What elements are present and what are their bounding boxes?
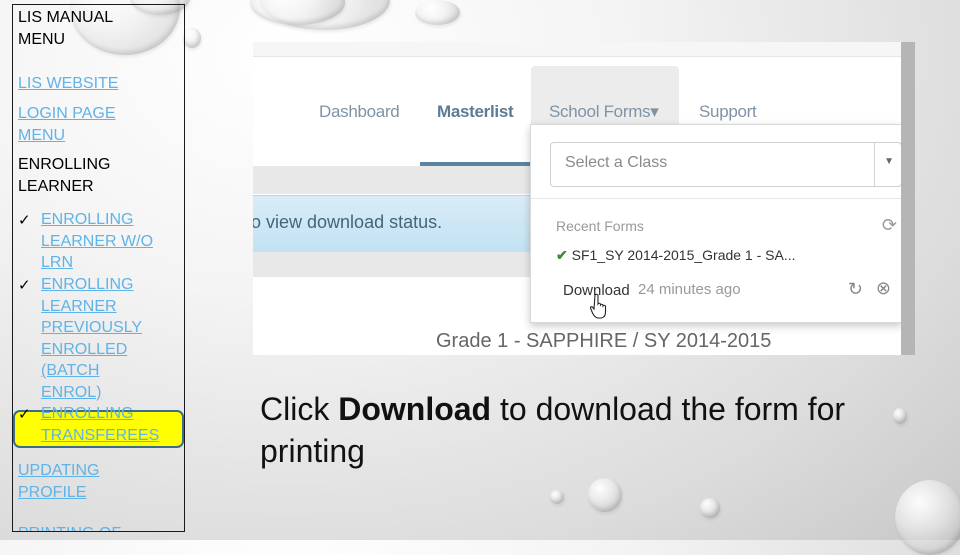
link-line: LOGIN PAGE (18, 105, 116, 122)
check-icon: ✓ (18, 277, 31, 294)
lis-website-link[interactable]: LIS WEBSITE (18, 73, 118, 95)
instruction-caption: Click Download to download the form for … (260, 388, 900, 472)
link-line: PROFILE (18, 484, 87, 501)
divider (531, 198, 901, 199)
caption-text: Click (260, 391, 339, 427)
manual-menu-sidebar: LIS MANUAL MENU LIS WEBSITE LOGIN PAGE M… (12, 4, 185, 532)
link-line: PREVIOUSLY (41, 319, 143, 336)
link-line: MENU (18, 127, 66, 144)
recent-forms-label: Recent Forms (556, 218, 644, 234)
recent-form-item: ✔ SF1_SY 2014-2015_Grade 1 - SA... (556, 247, 796, 264)
info-alert-text: o view download status. (253, 212, 443, 232)
nav-support[interactable]: Support (699, 102, 757, 122)
link-line: ENROL) (41, 383, 102, 401)
link-line: UPDATING (18, 462, 100, 479)
cancel-icon[interactable]: ⊗ (876, 278, 891, 299)
link-line: LEARNER (41, 297, 117, 315)
nav-school-forms[interactable]: School Forms▾ (549, 102, 659, 122)
retry-icon[interactable]: ↻ (848, 279, 863, 300)
enrolling-learner-heading: ENROLLING LEARNER (18, 154, 110, 198)
heading-line: ENROLLING (18, 156, 111, 173)
select-divider (874, 143, 875, 186)
check-icon: ✔ (556, 247, 568, 263)
class-title: Grade 1 - SAPPHIRE / SY 2014-2015 (436, 330, 772, 352)
water-drop-decoration (700, 498, 720, 518)
link-line: ENROLLING (41, 405, 134, 422)
heading-line: LEARNER (18, 178, 94, 195)
select-class-placeholder: Select a Class (565, 154, 668, 171)
sidebar-title-line: MENU (18, 31, 66, 48)
nav-dashboard[interactable]: Dashboard (319, 102, 400, 122)
water-drop-decoration (415, 0, 460, 25)
water-drop-decoration (895, 480, 960, 555)
sidebar-title-line: LIS MANUAL (18, 9, 114, 26)
water-drop-decoration (183, 28, 201, 48)
caption-bold-text: Download (338, 391, 492, 427)
school-forms-dropdown: Select a Class ▼ Recent Forms ⟳ ✔ SF1_SY… (530, 124, 902, 323)
link-line: TRANSFEREES (41, 426, 160, 444)
app-screenshot: Dashboard Masterlist School Forms▾ Suppo… (253, 42, 915, 355)
form-name: SF1_SY 2014-2015_Grade 1 - SA... (571, 247, 796, 263)
link-line: LRN (41, 254, 74, 271)
water-drop-decoration (550, 490, 564, 504)
link-line: (BATCH (41, 362, 100, 379)
top-strip (253, 42, 903, 57)
link-line: ENROLLING (41, 211, 134, 228)
check-icon: ✓ (18, 406, 31, 423)
refresh-icon[interactable]: ⟳ (882, 215, 897, 236)
check-icon: ✓ (18, 212, 31, 229)
link-line: ENROLLING (41, 276, 134, 293)
link-line: ENROLLED (41, 340, 128, 358)
scrollbar[interactable] (901, 42, 915, 355)
hand-cursor-icon (589, 293, 609, 325)
login-page-menu-link[interactable]: LOGIN PAGE MENU (18, 103, 116, 147)
sidebar-title: LIS MANUAL MENU (18, 7, 113, 51)
updating-profile-link[interactable]: UPDATING PROFILE (18, 460, 99, 504)
printing-of-link[interactable]: PRINTING OF (18, 523, 121, 531)
water-drop-decoration (588, 478, 622, 512)
enrolling-learner-without-lrn-link[interactable]: ENROLLING LEARNER W/O LRN (41, 209, 181, 274)
enrolling-learner-previously-enrolled-link[interactable]: ENROLLING LEARNER PREVIOUSLY ENROLLED (B… (41, 274, 181, 403)
time-ago: 24 minutes ago (638, 281, 741, 298)
enrolling-transferees-link[interactable]: ENROLLING TRANSFEREES (41, 403, 181, 446)
nav-masterlist[interactable]: Masterlist (437, 102, 514, 122)
select-class-dropdown[interactable]: Select a Class ▼ (550, 142, 902, 187)
link-line: LEARNER W/O (41, 232, 154, 250)
caret-down-icon[interactable]: ▼ (884, 156, 894, 167)
